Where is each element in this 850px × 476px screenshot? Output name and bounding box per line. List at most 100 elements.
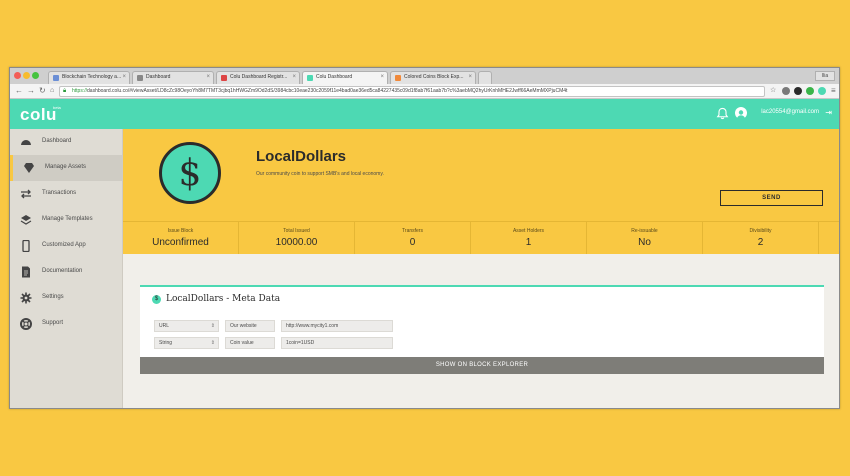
gem-icon [24, 163, 34, 173]
favicon-icon [221, 75, 227, 81]
sidebar-item-label: Transactions [42, 190, 77, 196]
stat-value: 10000.00 [275, 237, 318, 248]
sidebar-item-label: Customized App [42, 242, 86, 248]
meta-key-field[interactable]: Our website [225, 320, 275, 332]
browser-tab[interactable]: Colu Dashboard Registr... × [216, 71, 300, 84]
tab-label: Colored Coins Block Exp... [404, 74, 464, 80]
asset-description: Our community coin to support SMB's and … [256, 171, 384, 177]
menu-icon[interactable]: ≡ [831, 86, 836, 96]
new-tab-button[interactable] [478, 71, 492, 84]
browser-tab[interactable]: Dashboard × [132, 71, 214, 84]
logo-beta-tag: beta [53, 105, 61, 110]
tab-strip: Blockchain Technology a... × Dashboard ×… [10, 68, 839, 84]
tab-label: Colu Dashboard [316, 74, 353, 80]
sidebar-item-manage-templates[interactable]: Manage Templates [10, 207, 123, 233]
sidebar-item-label: Manage Templates [42, 216, 93, 222]
app-header: colu beta lac20554@gmail.com ⇥ [10, 99, 839, 129]
stat-value: 0 [409, 237, 416, 248]
meta-value-field[interactable]: 1coin=1USD [281, 337, 393, 349]
browser-tab[interactable]: Colored Coins Block Exp... × [390, 71, 476, 84]
gauge-icon [21, 140, 31, 145]
meta-type-select[interactable]: URL ⇕ [154, 320, 219, 332]
coin-symbol: $ [178, 153, 202, 194]
stat-label: Asset Holders [512, 228, 545, 234]
meta-type-select[interactable]: String ⇕ [154, 337, 219, 349]
show-on-block-explorer-button[interactable]: SHOW ON BLOCK EXPLORER [140, 357, 824, 374]
notification-bell-icon[interactable] [716, 107, 729, 120]
close-tab-icon[interactable]: × [468, 72, 472, 83]
layers-icon [20, 215, 32, 225]
meta-data-card: $ LocalDollars - Meta Data URL ⇕ Our web… [140, 285, 824, 374]
stat-value: No [638, 237, 651, 248]
extension-icon[interactable] [782, 87, 790, 95]
stat-value: Unconfirmed [152, 237, 209, 248]
close-tab-icon[interactable]: × [292, 72, 296, 83]
lock-icon: 🔒︎ [63, 88, 67, 94]
stat-divisibility: Divisibility 2 [703, 222, 819, 255]
address-bar: ← → ↻ ⌂ 🔒︎ https://dashboard.colu.co/#/v… [10, 84, 839, 99]
stat-issue-block: Issue Block Unconfirmed [123, 222, 239, 255]
select-arrows-icon: ⇕ [210, 323, 215, 329]
stat-reissuable: Re-issuable No [587, 222, 703, 255]
stat-label: Transfers [402, 228, 423, 234]
sidebar-item-documentation[interactable]: Documentation [10, 259, 123, 285]
close-tab-icon[interactable]: × [122, 72, 126, 83]
stat-total-issued: Total Issued 10000.00 [239, 222, 355, 255]
dollar-coin-icon: $ [152, 295, 161, 304]
stat-label: Divisibility [749, 228, 772, 234]
browser-tab[interactable]: Blockchain Technology a... × [48, 71, 130, 84]
stat-value: 2 [757, 237, 764, 248]
arrows-icon [21, 189, 31, 199]
stat-transfers: Transfers 0 [355, 222, 471, 255]
tab-label: Blockchain Technology a... [62, 74, 122, 80]
close-tab-icon[interactable]: × [380, 72, 384, 83]
browser-tab-active[interactable]: Colu Dashboard × [302, 71, 388, 84]
home-icon[interactable]: ⌂ [50, 86, 54, 96]
sidebar-item-label: Manage Assets [45, 164, 87, 170]
send-button[interactable]: SEND [720, 190, 823, 206]
extension-icon[interactable] [818, 87, 826, 95]
url-text: dashboard.colu.co/#/viewAsset/LD8cZc98Oe… [87, 88, 568, 94]
phone-icon [22, 240, 30, 252]
sidebar: Dashboard Manage Assets Transactions Man… [10, 129, 123, 408]
sidebar-item-support[interactable]: Support [10, 311, 123, 337]
sidebar-item-label: Support [42, 320, 64, 326]
favicon-icon [307, 75, 313, 81]
sidebar-item-label: Dashboard [42, 138, 72, 144]
asset-name: LocalDollars [256, 148, 347, 165]
sidebar-item-settings[interactable]: Settings [10, 285, 123, 311]
close-window-button[interactable] [14, 72, 21, 79]
dollar-coin-icon: $ [159, 142, 221, 204]
document-icon [22, 266, 30, 278]
browser-user-chip[interactable]: Ilia [815, 71, 835, 81]
extension-icon[interactable] [794, 87, 802, 95]
meta-key-field[interactable]: Coin value [225, 337, 275, 349]
sidebar-item-customized-app[interactable]: Customized App [10, 233, 123, 259]
forward-icon[interactable]: → [27, 86, 35, 96]
logout-icon[interactable]: ⇥ [825, 108, 832, 117]
user-email[interactable]: lac20554@gmail.com [761, 109, 819, 115]
lifebuoy-icon [20, 318, 32, 330]
url-scheme: https:// [72, 88, 88, 94]
sidebar-item-transactions[interactable]: Transactions [10, 181, 123, 207]
main-content: $ LocalDollars - Meta Data URL ⇕ Our web… [123, 254, 839, 408]
user-avatar-icon[interactable] [735, 107, 747, 119]
tab-label: Dashboard [146, 74, 171, 80]
maximize-window-button[interactable] [32, 72, 39, 79]
colu-logo[interactable]: colu [20, 105, 57, 125]
meta-type-value: String [159, 340, 173, 346]
url-field[interactable]: 🔒︎ https://dashboard.colu.co/#/viewAsset… [59, 86, 765, 97]
asset-banner: $ LocalDollars Our community coin to sup… [123, 129, 839, 221]
sidebar-item-dashboard[interactable]: Dashboard [10, 129, 123, 155]
bookmark-star-icon[interactable]: ☆ [770, 86, 776, 96]
asset-stats: Issue Block Unconfirmed Total Issued 100… [123, 221, 839, 255]
close-tab-icon[interactable]: × [206, 72, 210, 83]
sidebar-item-label: Documentation [42, 268, 83, 274]
reload-icon[interactable]: ↻ [39, 86, 46, 96]
meta-value-field[interactable]: http://www.mycity1.com [281, 320, 393, 332]
back-icon[interactable]: ← [15, 86, 23, 96]
minimize-window-button[interactable] [23, 72, 30, 79]
sidebar-item-manage-assets[interactable]: Manage Assets [10, 155, 123, 181]
extension-icon[interactable] [806, 87, 814, 95]
favicon-icon [137, 75, 143, 81]
